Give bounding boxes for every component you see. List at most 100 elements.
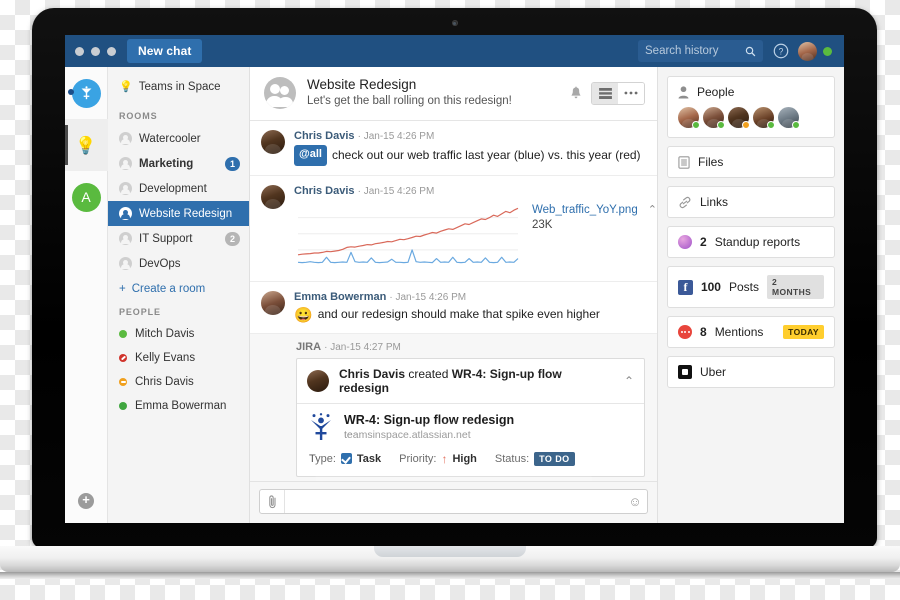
card-uber-row[interactable]: Uber bbox=[668, 357, 834, 387]
message-author: JIRA bbox=[296, 340, 322, 353]
task-checkbox-icon bbox=[340, 453, 352, 465]
bell-icon[interactable] bbox=[569, 86, 583, 101]
plus-icon: + bbox=[119, 283, 126, 295]
chart-svg bbox=[297, 208, 519, 264]
card-links-row[interactable]: Links bbox=[668, 187, 834, 217]
message-text: 😀 and our redesign should make that spik… bbox=[294, 306, 645, 323]
laptop-mockup: New chat Search history ? 💡 A + 💡 Teams … bbox=[22, 8, 887, 562]
maximize-window-button[interactable] bbox=[107, 46, 116, 56]
card-files[interactable]: Files bbox=[667, 146, 835, 178]
sidebar-item-website-redesign[interactable]: Website Redesign bbox=[108, 201, 249, 226]
emoji-grinning-icon: 😀 bbox=[294, 306, 313, 324]
card-facebook-row[interactable]: f 100 Posts 2 MONTHS bbox=[668, 267, 834, 307]
card-count: 8 bbox=[700, 325, 707, 339]
window-controls[interactable] bbox=[75, 46, 116, 56]
sidebar-item-watercooler[interactable]: Watercooler bbox=[108, 126, 249, 151]
message-author[interactable]: Emma Bowerman bbox=[294, 291, 386, 303]
help-circle-icon[interactable]: ? bbox=[773, 43, 789, 59]
jira-action: created bbox=[405, 366, 452, 381]
chevron-double-up-icon[interactable]: ⌃ bbox=[624, 374, 634, 388]
message-author[interactable]: Chris Davis bbox=[294, 185, 355, 197]
people-avatar-strip[interactable] bbox=[668, 107, 834, 137]
message-text: @all check out our web traffic last year… bbox=[294, 145, 645, 167]
card-label: Standup reports bbox=[714, 235, 801, 249]
message-list: Chris Davis · Jan-15 4:26 PM @all check … bbox=[250, 121, 657, 481]
paperclip-icon[interactable] bbox=[260, 490, 285, 513]
card-mentions-row[interactable]: 8 Mentions TODAY bbox=[668, 317, 834, 347]
avatar[interactable] bbox=[261, 291, 285, 316]
card-people[interactable]: People bbox=[667, 76, 835, 138]
list-view-icon[interactable] bbox=[592, 82, 618, 104]
message-body: Chris Davis · Jan-15 4:26 PM @all check … bbox=[294, 130, 645, 167]
view-mode-toggle[interactable] bbox=[591, 81, 645, 105]
attachment-row: Web_traffic_YoY.png 23K ⌃ bbox=[294, 200, 657, 272]
avatar[interactable] bbox=[261, 130, 285, 155]
hipchat-icon bbox=[678, 325, 692, 339]
attachment-filename[interactable]: Web_traffic_YoY.png bbox=[532, 204, 638, 216]
close-window-button[interactable] bbox=[75, 46, 84, 56]
smiley-icon[interactable]: ☺ bbox=[623, 494, 647, 509]
mention-badge[interactable]: @all bbox=[294, 145, 327, 167]
avatar[interactable] bbox=[261, 185, 285, 210]
more-options-icon[interactable] bbox=[618, 82, 644, 104]
rail-item-teams-in-space[interactable] bbox=[65, 67, 108, 119]
card-standup-reports[interactable]: 2 Standup reports bbox=[667, 226, 835, 258]
rail-item-account[interactable]: A bbox=[65, 171, 108, 223]
avatar[interactable] bbox=[728, 107, 750, 129]
message-input[interactable] bbox=[285, 495, 623, 508]
sidebar-item-label: Website Redesign bbox=[139, 207, 233, 220]
sidebar-item-marketing[interactable]: Marketing 1 bbox=[108, 151, 249, 176]
chat-header: Website Redesign Let's get the ball roll… bbox=[250, 67, 657, 122]
chevron-up-icon[interactable]: ⌃ bbox=[648, 200, 657, 216]
sidebar-item-devops[interactable]: DevOps bbox=[108, 251, 249, 276]
message-author[interactable]: Chris Davis bbox=[294, 130, 355, 142]
message-meta: Emma Bowerman · Jan-15 4:26 PM bbox=[294, 291, 645, 303]
sidebar-person-mitch-davis[interactable]: Mitch Davis bbox=[108, 322, 249, 346]
sidebar-item-label: DevOps bbox=[139, 257, 181, 270]
message-meta: Chris Davis · Jan-15 4:26 PM bbox=[294, 185, 645, 197]
composer-box[interactable]: ☺ bbox=[259, 489, 648, 514]
team-name-row[interactable]: 💡 Teams in Space bbox=[108, 67, 249, 106]
message-timestamp: · Jan-15 4:26 PM bbox=[389, 292, 467, 304]
current-user-avatar[interactable] bbox=[798, 41, 817, 61]
sidebar-person-emma-bowerman[interactable]: Emma Bowerman bbox=[108, 394, 249, 418]
link-icon bbox=[679, 196, 691, 208]
sidebar-item-development[interactable]: Development bbox=[108, 176, 249, 201]
card-mentions[interactable]: 8 Mentions TODAY bbox=[667, 316, 835, 348]
new-chat-button[interactable]: New chat bbox=[127, 39, 203, 63]
create-room-button[interactable]: + Create a room bbox=[108, 276, 249, 302]
card-facebook-posts[interactable]: f 100 Posts 2 MONTHS bbox=[667, 266, 835, 308]
web-traffic-chart[interactable] bbox=[294, 200, 522, 272]
avatar[interactable] bbox=[778, 107, 800, 129]
avatar[interactable] bbox=[703, 107, 725, 129]
sidebar-person-kelly-evans[interactable]: Kelly Evans bbox=[108, 346, 249, 370]
search-history-field[interactable]: Search history bbox=[638, 40, 763, 62]
card-label: Links bbox=[700, 195, 729, 209]
presence-dot-online bbox=[119, 402, 127, 410]
message-composer: ☺ bbox=[250, 481, 657, 523]
card-links[interactable]: Links bbox=[667, 186, 835, 218]
room-avatar bbox=[264, 77, 296, 110]
add-team-button[interactable]: + bbox=[78, 493, 94, 509]
jira-card-headline: Chris Davis created WR-4: Sign-up flow r… bbox=[339, 367, 614, 395]
card-people-row[interactable]: People bbox=[668, 77, 834, 107]
avatar[interactable] bbox=[678, 107, 700, 129]
jira-card[interactable]: Chris Davis created WR-4: Sign-up flow r… bbox=[296, 357, 645, 477]
card-tag: 2 MONTHS bbox=[767, 275, 824, 299]
room-icon bbox=[119, 257, 132, 270]
sidebar-person-chris-davis[interactable]: Chris Davis bbox=[108, 370, 249, 394]
card-uber[interactable]: Uber bbox=[667, 356, 835, 388]
search-input[interactable]: Search history bbox=[645, 45, 745, 57]
standup-icon bbox=[678, 235, 692, 249]
card-standup-row[interactable]: 2 Standup reports bbox=[668, 227, 834, 257]
app-body: 💡 A + 💡 Teams in Space ROOMS Watercooler… bbox=[65, 67, 844, 523]
sidebar-item-it-support[interactable]: IT Support 2 bbox=[108, 226, 249, 251]
avatar[interactable] bbox=[753, 107, 775, 129]
files-icon bbox=[678, 155, 690, 169]
room-icon bbox=[119, 207, 132, 220]
message-item: Emma Bowerman · Jan-15 4:26 PM 😀 and our… bbox=[250, 282, 657, 334]
rail-item-ideas[interactable]: 💡 bbox=[65, 119, 108, 171]
laptop-screen: New chat Search history ? 💡 A + 💡 Teams … bbox=[65, 35, 844, 523]
card-files-row[interactable]: Files bbox=[668, 147, 834, 177]
minimize-window-button[interactable] bbox=[91, 46, 100, 56]
